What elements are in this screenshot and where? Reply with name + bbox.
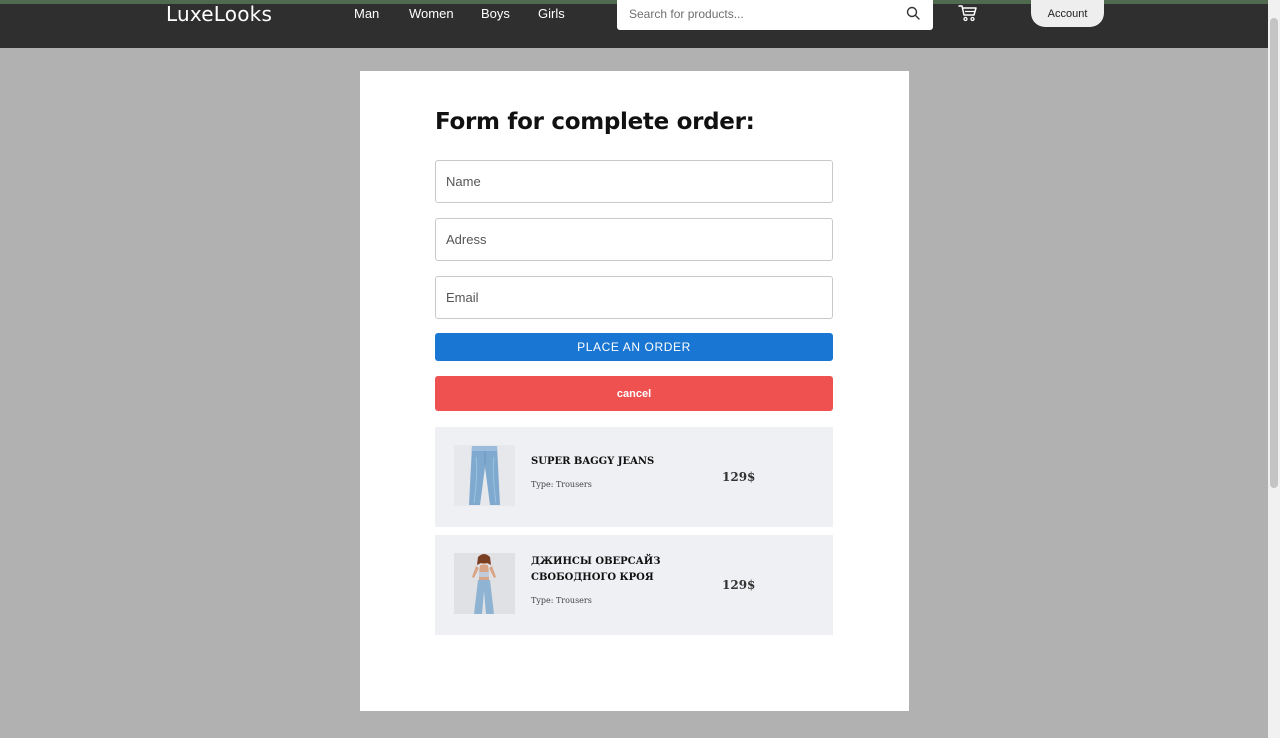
item-name: ДЖИНСЫ ОВЕРСАЙЗ СВОБОДНОГО КРОЯ xyxy=(531,556,661,583)
order-item: ДЖИНСЫ ОВЕРСАЙЗ СВОБОДНОГО КРОЯ Type: Tr… xyxy=(435,535,833,635)
product-image-jeans xyxy=(454,445,515,506)
cancel-button[interactable]: cancel xyxy=(435,376,833,411)
form-title: Form for complete order: xyxy=(435,109,755,135)
cart-icon[interactable] xyxy=(958,4,978,22)
nav-item-women[interactable]: Women xyxy=(409,6,454,21)
address-field[interactable] xyxy=(435,218,833,261)
item-type: Type: Trousers xyxy=(531,596,592,605)
scrollbar-thumb[interactable] xyxy=(1270,18,1278,488)
item-type: Type: Trousers xyxy=(531,480,592,489)
product-image-model-jeans xyxy=(454,553,515,614)
search-box xyxy=(617,0,933,30)
order-item: SUPER BAGGY JEANS Type: Trousers 129$ xyxy=(435,427,833,527)
nav-item-girls[interactable]: Girls xyxy=(538,6,565,21)
item-price: 129$ xyxy=(722,470,756,484)
search-input[interactable] xyxy=(629,4,899,24)
nav-item-boys[interactable]: Boys xyxy=(481,6,510,21)
top-navigation-bar: LuxeLooks Man Women Boys Girls Account xyxy=(0,0,1268,48)
account-button[interactable]: Account xyxy=(1031,0,1104,27)
search-icon[interactable] xyxy=(906,6,920,20)
name-field[interactable] xyxy=(435,160,833,203)
email-field[interactable] xyxy=(435,276,833,319)
nav-item-man[interactable]: Man xyxy=(354,6,379,21)
place-order-button[interactable]: PLACE AN ORDER xyxy=(435,333,833,361)
item-name: SUPER BAGGY JEANS xyxy=(531,456,655,467)
item-price: 129$ xyxy=(722,578,756,592)
order-form-modal: Form for complete order: PLACE AN ORDER … xyxy=(360,71,909,711)
site-logo[interactable]: LuxeLooks xyxy=(166,2,272,26)
page-scrollbar[interactable] xyxy=(1268,0,1280,738)
